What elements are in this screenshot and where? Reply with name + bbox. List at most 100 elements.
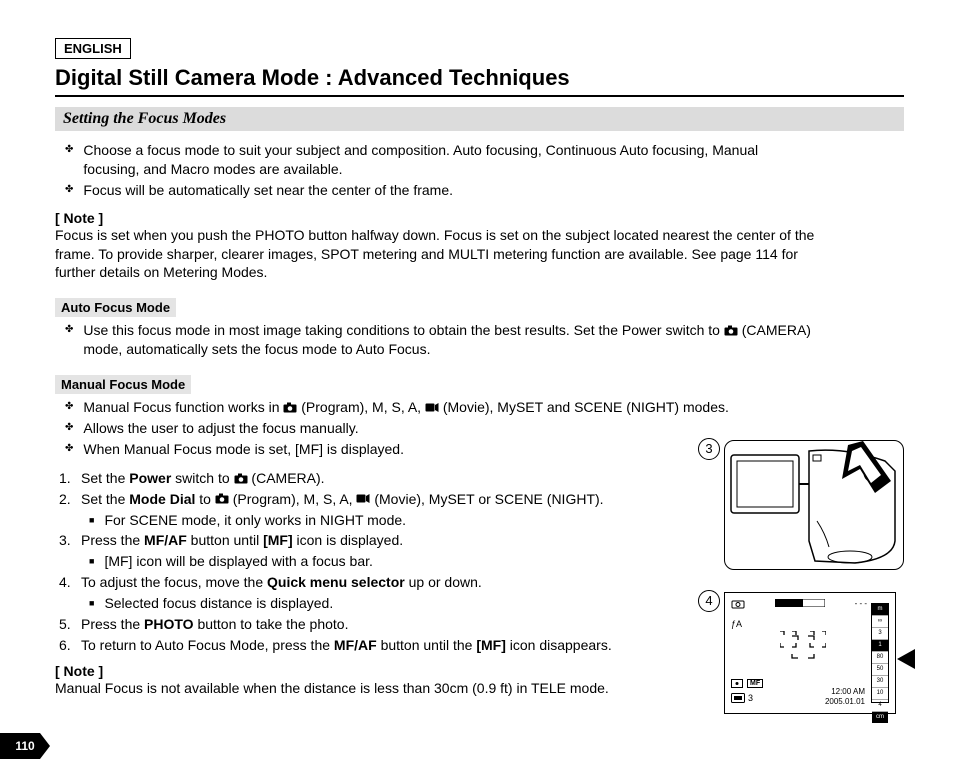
step-item: 4. To adjust the focus, move the Quick m… [59,573,815,592]
bar-val: 3 [872,628,888,640]
text-fragment: button to take the photo. [194,616,349,632]
step-text: Set the Mode Dial to (Program), M, S, A,… [81,490,604,509]
step-text: Set the Power switch to (CAMERA). [81,469,325,488]
manual-bullet-text: Manual Focus function works in (Program)… [83,398,729,417]
text-fragment: Press the [81,532,144,548]
step-list: 1. Set the Power switch to (CAMERA). 2. … [59,469,815,655]
bar-val: 1 [872,640,888,652]
bar-val: 80 [872,652,888,664]
text-fragment: button until [187,532,263,548]
text-fragment: To adjust the focus, move the [81,574,267,590]
lcd-illustration: - - - ƒA MF 3 12:00 AM 2005.01.01 m [724,592,896,714]
auto-focus-bullets: Use this focus mode in most image taking… [65,321,815,359]
bar-val: 4 [872,700,888,712]
step-sublist: For SCENE mode, it only works in NIGHT m… [89,511,815,530]
step-item: 1. Set the Power switch to (CAMERA). [59,469,815,488]
metering-icon [731,679,743,690]
step-ref-circle: 3 [698,438,720,460]
pointer-arrow-icon [897,649,915,669]
manual-focus-label: Manual Focus Mode [55,375,191,394]
language-badge: ENGLISH [55,38,131,59]
text-fragment: Manual Focus function works in [83,399,283,415]
figure-3: 3 [724,440,904,570]
text-bold: MF/AF [144,532,187,548]
step-item: 2. Set the Mode Dial to (Program), M, S,… [59,490,815,509]
focus-distance-bar: m ∞ 3 1 80 50 30 10 4 cm [871,603,889,703]
note-body: Manual Focus is not available when the d… [55,679,815,698]
bar-val: 10 [872,688,888,700]
step-number: 5. [59,615,81,634]
text-bold: Mode Dial [129,491,195,507]
step-item: 3. Press the MF/AF button until [MF] ico… [59,531,815,550]
wt-bar-icon [775,599,825,609]
camera-icon [283,402,297,413]
step-number: 4. [59,573,81,592]
camera-icon [234,473,248,484]
step-text: To adjust the focus, move the Quick menu… [81,573,482,592]
text-bold: PHOTO [144,616,194,632]
text-bold: Quick menu selector [267,574,405,590]
page-number: 110 [0,733,50,759]
camera-icon [215,493,229,504]
date-text: 2005.01.01 [825,697,865,706]
step-subtext: For SCENE mode, it only works in NIGHT m… [104,511,406,530]
text-fragment: icon is displayed. [293,532,404,548]
section-subtitle: Setting the Focus Modes [55,107,904,131]
text-fragment: (Movie), MySET or SCENE (NIGHT). [374,491,603,507]
text-bold: MF/AF [334,637,377,653]
text-fragment: Set the [81,470,129,486]
bar-val: 50 [872,664,888,676]
text-fragment: Set the [81,491,129,507]
time-text: 12:00 AM [831,687,865,696]
bar-unit: m [872,604,888,616]
step-number: 2. [59,490,81,509]
page-title: Digital Still Camera Mode : Advanced Tec… [55,65,904,97]
intro-bullet-text: Choose a focus mode to suit your subject… [83,141,815,179]
step-sublist: [MF] icon will be displayed with a focus… [89,552,815,571]
text-fragment: icon disappears. [506,637,612,653]
camera-svg [725,441,903,569]
text-fragment: switch to [171,470,233,486]
step-item: 5. Press the PHOTO button to take the ph… [59,615,815,634]
dashes-text: - - - [855,599,867,608]
movie-icon [356,493,370,504]
auto-focus-text: Use this focus mode in most image taking… [83,321,815,359]
step-number: 6. [59,636,81,655]
step-text: Press the MF/AF button until [MF] icon i… [81,531,403,550]
count-text: 3 [748,693,753,703]
text-fragment: button until the [377,637,477,653]
mf-badge: MF [747,679,763,688]
auto-focus-label: Auto Focus Mode [55,298,176,317]
bar-val: ∞ [872,616,888,628]
manual-bullet-text: When Manual Focus mode is set, [MF] is d… [83,440,404,459]
step-item: 6. To return to Auto Focus Mode, press t… [59,636,815,655]
text-fragment: Press the [81,616,144,632]
note-heading: [ Note ] [55,210,815,226]
text-bold: [MF] [263,532,293,548]
flash-icon: ƒA [731,619,742,629]
text-fragment: (CAMERA). [251,470,324,486]
intro-bullets: Choose a focus mode to suit your subject… [65,141,815,200]
text-fragment: to [195,491,214,507]
focus-brackets-icon [780,631,826,665]
card-icon [731,693,745,705]
step-number: 1. [59,469,81,488]
movie-icon [425,402,439,413]
text-fragment: up or down. [405,574,482,590]
bar-val: 30 [872,676,888,688]
bar-unit: cm [872,712,888,723]
text-fragment: (Program), M, S, A, [233,491,357,507]
text-fragment: To return to Auto Focus Mode, press the [81,637,334,653]
step-text: To return to Auto Focus Mode, press the … [81,636,612,655]
manual-bullet-text: Allows the user to adjust the focus manu… [83,419,358,438]
intro-bullet-text: Focus will be automatically set near the… [83,181,453,200]
figure-4: 4 - - - ƒA MF [724,592,904,714]
step-number: 3. [59,531,81,550]
figure-column: 3 4 [724,440,904,736]
step-ref-circle: 4 [698,590,720,612]
text-bold: [MF] [476,637,506,653]
camera-icon [724,325,738,336]
text-bold: Power [129,470,171,486]
camera-illustration [724,440,904,570]
step-subtext: Selected focus distance is displayed. [104,594,333,613]
